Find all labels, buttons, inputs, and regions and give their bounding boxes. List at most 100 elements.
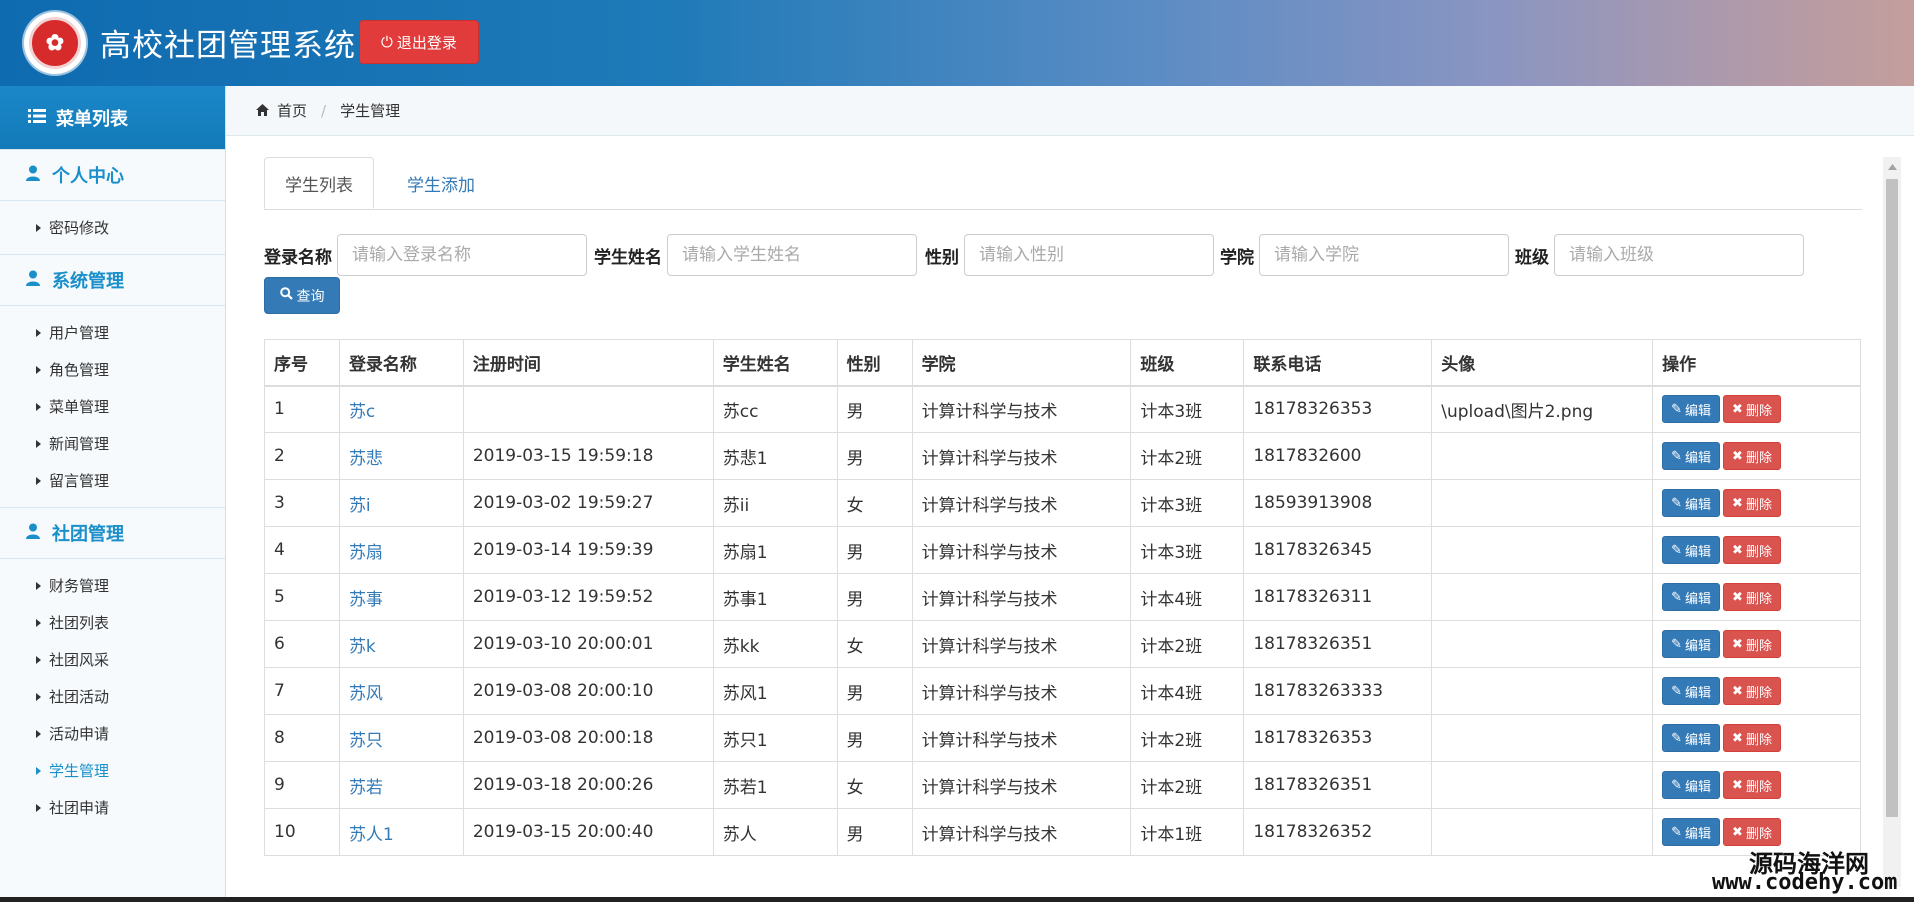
cell-register-time: 2019-03-08 20:00:10 bbox=[462, 667, 714, 715]
edit-button[interactable]: ✎ 编辑 bbox=[1662, 724, 1721, 752]
edit-label: 编辑 bbox=[1685, 732, 1712, 748]
cell-gender: 男 bbox=[836, 385, 913, 433]
cell-gender: 男 bbox=[836, 808, 913, 856]
cell-actions: ✎ 编辑 ✖ 删除 bbox=[1652, 479, 1861, 527]
cell-login-name[interactable]: 苏事 bbox=[338, 573, 464, 621]
logout-button[interactable]: ⏻ 退出登录 bbox=[359, 20, 479, 64]
sidebar-item-finance[interactable]: 财务管理 bbox=[0, 567, 225, 604]
cell-register-time: 2019-03-18 20:00:26 bbox=[462, 761, 714, 809]
close-icon: ✖ bbox=[1732, 401, 1743, 417]
sidebar: 菜单列表 个人中心 密码修改 系统管理 用户管理 角色管理 菜单管理 新闻管理 … bbox=[0, 86, 226, 902]
cell-login-name[interactable]: 苏悲 bbox=[338, 432, 464, 480]
cell-login-name[interactable]: 苏i bbox=[338, 479, 464, 527]
header-actions: 操作 bbox=[1652, 339, 1861, 387]
sidebar-item-password[interactable]: 密码修改 bbox=[0, 209, 225, 246]
sidebar-item-club-activities[interactable]: 社团活动 bbox=[0, 678, 225, 715]
cell-login-name[interactable]: 苏k bbox=[338, 620, 464, 668]
delete-button[interactable]: ✖ 删除 bbox=[1723, 771, 1781, 799]
close-icon: ✖ bbox=[1732, 730, 1743, 746]
student-name-input[interactable] bbox=[667, 234, 917, 276]
sidebar-item-students[interactable]: 学生管理 bbox=[0, 752, 225, 789]
sidebar-group-clubs[interactable]: 社团管理 bbox=[0, 507, 225, 559]
class-label: 班级 bbox=[1515, 247, 1549, 268]
caret-right-icon bbox=[36, 729, 41, 738]
close-icon: ✖ bbox=[1732, 495, 1743, 511]
edit-button[interactable]: ✎ 编辑 bbox=[1662, 395, 1721, 424]
edit-label: 编辑 bbox=[1685, 497, 1712, 513]
sidebar-item-menus[interactable]: 菜单管理 bbox=[0, 388, 225, 425]
college-input[interactable] bbox=[1259, 234, 1509, 276]
cell-avatar bbox=[1431, 479, 1654, 527]
menu-header: 菜单列表 bbox=[0, 86, 225, 149]
cell-avatar: \upload\图片2.png bbox=[1431, 385, 1654, 433]
cell-login-name[interactable]: 苏人1 bbox=[338, 808, 464, 856]
login-name-input[interactable] bbox=[337, 234, 587, 276]
cell-login-name[interactable]: 苏若 bbox=[338, 761, 464, 809]
edit-button[interactable]: ✎ 编辑 bbox=[1662, 630, 1721, 658]
tab-student-add[interactable]: 学生添加 bbox=[374, 157, 508, 209]
header-register-time: 注册时间 bbox=[462, 339, 714, 387]
delete-button[interactable]: ✖ 删除 bbox=[1723, 442, 1781, 470]
delete-button[interactable]: ✖ 删除 bbox=[1723, 536, 1781, 564]
sidebar-item-label: 社团列表 bbox=[49, 614, 110, 632]
header-college: 学院 bbox=[911, 339, 1132, 387]
breadcrumb-home[interactable]: 首页 bbox=[277, 100, 307, 121]
list-icon bbox=[28, 107, 46, 128]
delete-label: 删除 bbox=[1745, 544, 1772, 560]
edit-button[interactable]: ✎ 编辑 bbox=[1662, 583, 1721, 611]
app-title: 高校社团管理系统 bbox=[100, 28, 356, 64]
gender-input[interactable] bbox=[964, 234, 1214, 276]
sidebar-group-system[interactable]: 系统管理 bbox=[0, 254, 225, 306]
delete-button[interactable]: ✖ 删除 bbox=[1723, 583, 1781, 611]
edit-button[interactable]: ✎ 编辑 bbox=[1662, 677, 1721, 705]
sidebar-item-users[interactable]: 用户管理 bbox=[0, 314, 225, 351]
delete-label: 删除 bbox=[1745, 732, 1772, 748]
filter-login: 登录名称 bbox=[264, 234, 587, 276]
delete-button[interactable]: ✖ 删除 bbox=[1723, 818, 1781, 846]
caret-right-icon bbox=[36, 223, 41, 232]
sidebar-item-club-showcase[interactable]: 社团风采 bbox=[0, 641, 225, 678]
delete-label: 删除 bbox=[1745, 638, 1772, 654]
caret-right-icon bbox=[36, 439, 41, 448]
cell-college: 计算计科学与技术 bbox=[911, 479, 1132, 527]
cell-student-name: 苏kk bbox=[712, 620, 838, 668]
cell-avatar bbox=[1431, 667, 1654, 715]
scroll-up-arrow-icon[interactable] bbox=[1883, 158, 1901, 176]
edit-button[interactable]: ✎ 编辑 bbox=[1662, 489, 1721, 517]
delete-button[interactable]: ✖ 删除 bbox=[1723, 724, 1781, 752]
cell-login-name[interactable]: 苏c bbox=[338, 385, 464, 433]
close-icon: ✖ bbox=[1732, 448, 1743, 464]
close-icon: ✖ bbox=[1732, 542, 1743, 558]
sidebar-item-messages[interactable]: 留言管理 bbox=[0, 462, 225, 499]
delete-button[interactable]: ✖ 删除 bbox=[1723, 395, 1781, 424]
cell-phone: 18178326345 bbox=[1243, 526, 1433, 574]
edit-button[interactable]: ✎ 编辑 bbox=[1662, 536, 1721, 564]
sidebar-item-club-list[interactable]: 社团列表 bbox=[0, 604, 225, 641]
sidebar-item-club-apply[interactable]: 社团申请 bbox=[0, 789, 225, 826]
sidebar-group-personal[interactable]: 个人中心 bbox=[0, 149, 225, 201]
delete-button[interactable]: ✖ 删除 bbox=[1723, 677, 1781, 705]
cell-actions: ✎ 编辑 ✖ 删除 bbox=[1652, 432, 1861, 480]
class-input[interactable] bbox=[1554, 234, 1804, 276]
cell-login-name[interactable]: 苏扇 bbox=[338, 526, 464, 574]
cell-login-name[interactable]: 苏风 bbox=[338, 667, 464, 715]
cell-login-name[interactable]: 苏只 bbox=[338, 714, 464, 762]
scrollbar-thumb[interactable] bbox=[1886, 179, 1898, 817]
filter-student-name: 学生姓名 bbox=[594, 234, 917, 276]
edit-button[interactable]: ✎ 编辑 bbox=[1662, 442, 1721, 470]
sidebar-item-activity-apply[interactable]: 活动申请 bbox=[0, 715, 225, 752]
edit-button[interactable]: ✎ 编辑 bbox=[1662, 771, 1721, 799]
delete-button[interactable]: ✖ 删除 bbox=[1723, 489, 1781, 517]
tab-student-list[interactable]: 学生列表 bbox=[264, 157, 374, 209]
query-button[interactable]: 查询 bbox=[264, 277, 340, 314]
cell-college: 计算计科学与技术 bbox=[911, 385, 1132, 433]
power-icon: ⏻ bbox=[381, 33, 393, 51]
sidebar-item-roles[interactable]: 角色管理 bbox=[0, 351, 225, 388]
cell-register-time: 2019-03-15 20:00:40 bbox=[462, 808, 714, 856]
cell-actions: ✎ 编辑 ✖ 删除 bbox=[1652, 761, 1861, 809]
delete-button[interactable]: ✖ 删除 bbox=[1723, 630, 1781, 658]
caret-right-icon bbox=[36, 618, 41, 627]
sidebar-item-news[interactable]: 新闻管理 bbox=[0, 425, 225, 462]
close-icon: ✖ bbox=[1732, 636, 1743, 652]
edit-button[interactable]: ✎ 编辑 bbox=[1662, 818, 1721, 846]
